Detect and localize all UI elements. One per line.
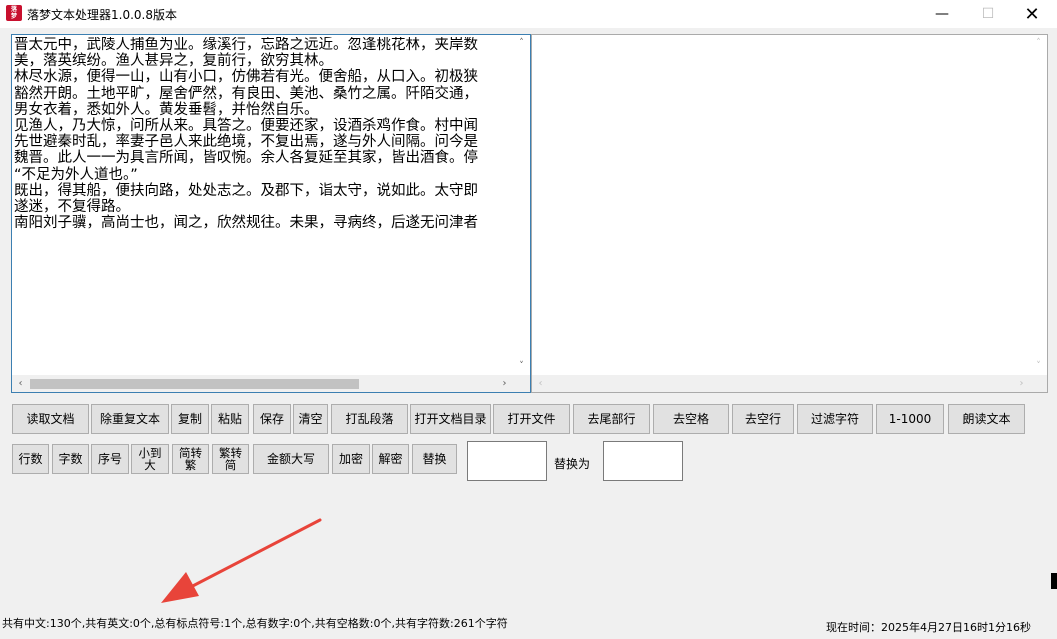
read-document-button[interactable]: 读取文档 bbox=[12, 404, 89, 434]
open-doc-directory-button[interactable]: 打开文档目录 bbox=[410, 404, 491, 434]
vertical-scrollbar[interactable]: ˄ ˅ bbox=[513, 35, 530, 375]
read-aloud-button[interactable]: 朗读文本 bbox=[948, 404, 1025, 434]
minimize-button[interactable]: — bbox=[919, 0, 965, 28]
remove-duplicates-button[interactable]: 除重复文本 bbox=[91, 404, 169, 434]
maximize-button[interactable]: ☐ bbox=[965, 0, 1011, 28]
sort-ascending-button[interactable]: 小到大 bbox=[131, 444, 169, 474]
result-text-editor[interactable]: ˄ ˅ ‹ › bbox=[531, 34, 1048, 393]
app-logo-text: 落梦 bbox=[10, 6, 17, 20]
scroll-corner bbox=[513, 375, 530, 392]
replace-button[interactable]: 替换 bbox=[412, 444, 457, 474]
remove-trailing-lines-button[interactable]: 去尾部行 bbox=[573, 404, 650, 434]
source-text-editor[interactable]: 晋太元中，武陵人捕鱼为业。缘溪行，忘路之远近。忽逢桃花林，夹岸数 美，落英缤纷。… bbox=[11, 34, 531, 393]
amount-uppercase-button[interactable]: 金额大写 bbox=[253, 444, 329, 474]
app-logo-icon: 落梦 bbox=[6, 5, 22, 21]
copy-button[interactable]: 复制 bbox=[171, 404, 209, 434]
horizontal-scrollbar[interactable]: ‹ › bbox=[12, 375, 513, 392]
char-count-button[interactable]: 字数 bbox=[52, 444, 89, 474]
scroll-corner bbox=[1030, 375, 1047, 392]
scroll-right-icon[interactable]: › bbox=[496, 375, 513, 392]
scroll-thumb[interactable] bbox=[30, 379, 359, 389]
sequence-number-button[interactable]: 序号 bbox=[91, 444, 129, 474]
scroll-up-icon[interactable]: ˄ bbox=[1030, 35, 1047, 52]
result-text[interactable] bbox=[534, 37, 1030, 375]
window-edge-marker bbox=[1051, 573, 1057, 589]
shuffle-paragraphs-button[interactable]: 打乱段落 bbox=[331, 404, 408, 434]
scroll-up-icon[interactable]: ˄ bbox=[513, 35, 530, 52]
horizontal-scrollbar[interactable]: ‹ › bbox=[532, 375, 1030, 392]
vertical-scrollbar[interactable]: ˄ ˅ bbox=[1030, 35, 1047, 375]
clear-button[interactable]: 清空 bbox=[293, 404, 328, 434]
traditional-to-simplified-button[interactable]: 繁转简 bbox=[212, 444, 249, 474]
remove-spaces-button[interactable]: 去空格 bbox=[653, 404, 729, 434]
title-bar: 落梦 落梦文本处理器1.0.0.8版本 — ☐ ✕ bbox=[0, 0, 1057, 28]
simplified-to-traditional-button[interactable]: 简转繁 bbox=[172, 444, 209, 474]
source-text[interactable]: 晋太元中，武陵人捕鱼为业。缘溪行，忘路之远近。忽逢桃花林，夹岸数 美，落英缤纷。… bbox=[14, 37, 513, 375]
range-1-1000-button[interactable]: 1-1000 bbox=[876, 404, 944, 434]
scroll-down-icon[interactable]: ˅ bbox=[1030, 358, 1047, 375]
close-button[interactable]: ✕ bbox=[1009, 0, 1055, 28]
open-file-button[interactable]: 打开文件 bbox=[493, 404, 570, 434]
filter-characters-button[interactable]: 过滤字符 bbox=[797, 404, 873, 434]
replace-with-label: 替换为 bbox=[554, 457, 591, 471]
line-count-button[interactable]: 行数 bbox=[12, 444, 49, 474]
find-text-input[interactable] bbox=[467, 441, 547, 481]
scroll-down-icon[interactable]: ˅ bbox=[513, 358, 530, 375]
remove-blank-lines-button[interactable]: 去空行 bbox=[732, 404, 794, 434]
encrypt-button[interactable]: 加密 bbox=[332, 444, 370, 474]
current-time: 现在时间：2025年4月27日16时1分16秒 bbox=[826, 621, 1031, 634]
scroll-right-icon[interactable]: › bbox=[1013, 375, 1030, 392]
scroll-left-icon[interactable]: ‹ bbox=[532, 375, 549, 392]
paste-button[interactable]: 粘贴 bbox=[211, 404, 249, 434]
scroll-left-icon[interactable]: ‹ bbox=[12, 375, 29, 392]
replace-text-input[interactable] bbox=[603, 441, 683, 481]
window-title: 落梦文本处理器1.0.0.8版本 bbox=[27, 8, 177, 22]
decrypt-button[interactable]: 解密 bbox=[372, 444, 409, 474]
text-statistics: 共有中文:130个,共有英文:0个,总有标点符号:1个,总有数字:0个,共有空格… bbox=[2, 617, 508, 630]
save-button[interactable]: 保存 bbox=[253, 404, 291, 434]
